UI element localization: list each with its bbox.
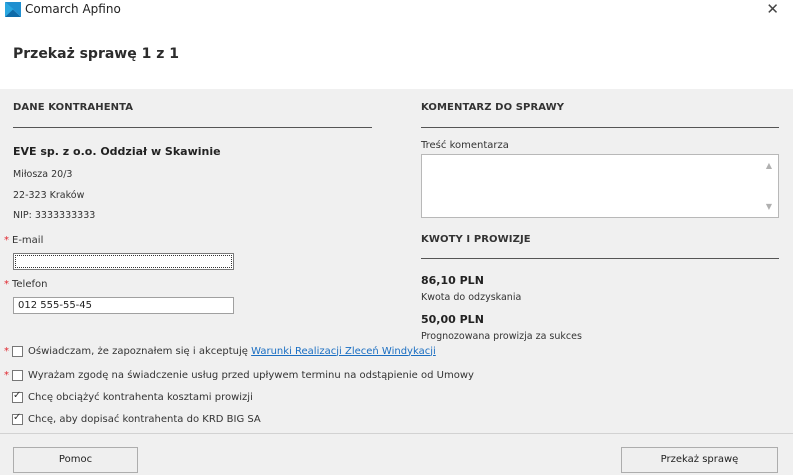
consent-early-service-row[interactable]: * Wyrażam zgodę na świadczenie usług prz…	[4, 368, 474, 382]
window-title: Comarch Apfino	[25, 2, 121, 16]
add-to-krd-row[interactable]: Chcę, aby dopisać kontrahenta do KRD BIG…	[4, 412, 261, 426]
consent-early-service-checkbox[interactable]	[12, 369, 23, 381]
phone-field[interactable]	[13, 297, 234, 314]
dialog-header: Przekaż sprawę 1 z 1	[0, 19, 793, 89]
amounts-divider	[421, 258, 779, 259]
comment-label: Treść komentarza	[421, 140, 509, 151]
contractor-street: Miłosza 20/3	[13, 169, 73, 180]
commission-amount-label: Prognozowana prowizja za sukces	[421, 331, 582, 342]
required-mark: *	[4, 279, 9, 290]
consent-terms-label: Oświadczam, że zapoznałem się i akceptuj…	[28, 345, 252, 357]
contractor-nip: NIP: 3333333333	[13, 210, 96, 221]
add-to-krd-label: Chcę, aby dopisać kontrahenta do KRD BIG…	[28, 413, 261, 425]
charge-commission-row[interactable]: Chcę obciążyć kontrahenta kosztami prowi…	[4, 390, 253, 404]
comment-divider	[421, 127, 779, 128]
contractor-divider	[13, 127, 372, 128]
dialog-footer: Pomoc Przekaż sprawę	[0, 433, 793, 475]
charge-commission-checkbox[interactable]	[12, 390, 23, 403]
required-mark: *	[4, 235, 9, 246]
add-to-krd-checkbox[interactable]	[12, 412, 23, 425]
email-label: * E-mail	[4, 235, 44, 246]
scroll-down-icon[interactable]: ▼	[766, 202, 772, 211]
close-icon[interactable]: ✕	[766, 0, 779, 18]
required-mark: *	[4, 345, 9, 357]
commission-amount: 50,00 PLN	[421, 313, 484, 326]
help-button[interactable]: Pomoc	[13, 447, 138, 473]
comment-section-title: KOMENTARZ DO SPRAWY	[421, 102, 565, 113]
recover-amount: 86,10 PLN	[421, 274, 484, 287]
consent-terms-checkbox[interactable]	[12, 345, 23, 357]
contractor-section-title: DANE KONTRAHENTA	[13, 102, 134, 113]
contractor-city: 22-323 Kraków	[13, 190, 85, 201]
email-field[interactable]	[13, 253, 234, 270]
recover-amount-label: Kwota do odzyskania	[421, 292, 522, 303]
submit-button[interactable]: Przekaż sprawę	[621, 447, 778, 473]
dialog-content: DANE KONTRAHENTA EVE sp. z o.o. Oddział …	[0, 89, 793, 433]
terms-link[interactable]: Warunki Realizacji Zleceń Windykacji	[251, 346, 436, 357]
comment-textarea[interactable]: ▲ ▼	[421, 154, 779, 218]
consent-early-service-label: Wyrażam zgodę na świadczenie usług przed…	[28, 369, 474, 381]
required-mark: *	[4, 369, 9, 381]
charge-commission-label: Chcę obciążyć kontrahenta kosztami prowi…	[28, 391, 253, 403]
window-titlebar: Comarch Apfino ✕	[0, 0, 793, 19]
comarch-logo-icon	[5, 2, 21, 17]
phone-label: * Telefon	[4, 279, 48, 290]
amounts-section-title: KWOTY I PROWIZJE	[421, 234, 531, 245]
page-title: Przekaż sprawę 1 z 1	[13, 46, 179, 62]
scroll-up-icon[interactable]: ▲	[766, 161, 772, 170]
contractor-name: EVE sp. z o.o. Oddział w Skawinie	[13, 145, 221, 158]
consent-terms-row[interactable]: * Oświadczam, że zapoznałem się i akcept…	[4, 344, 436, 358]
